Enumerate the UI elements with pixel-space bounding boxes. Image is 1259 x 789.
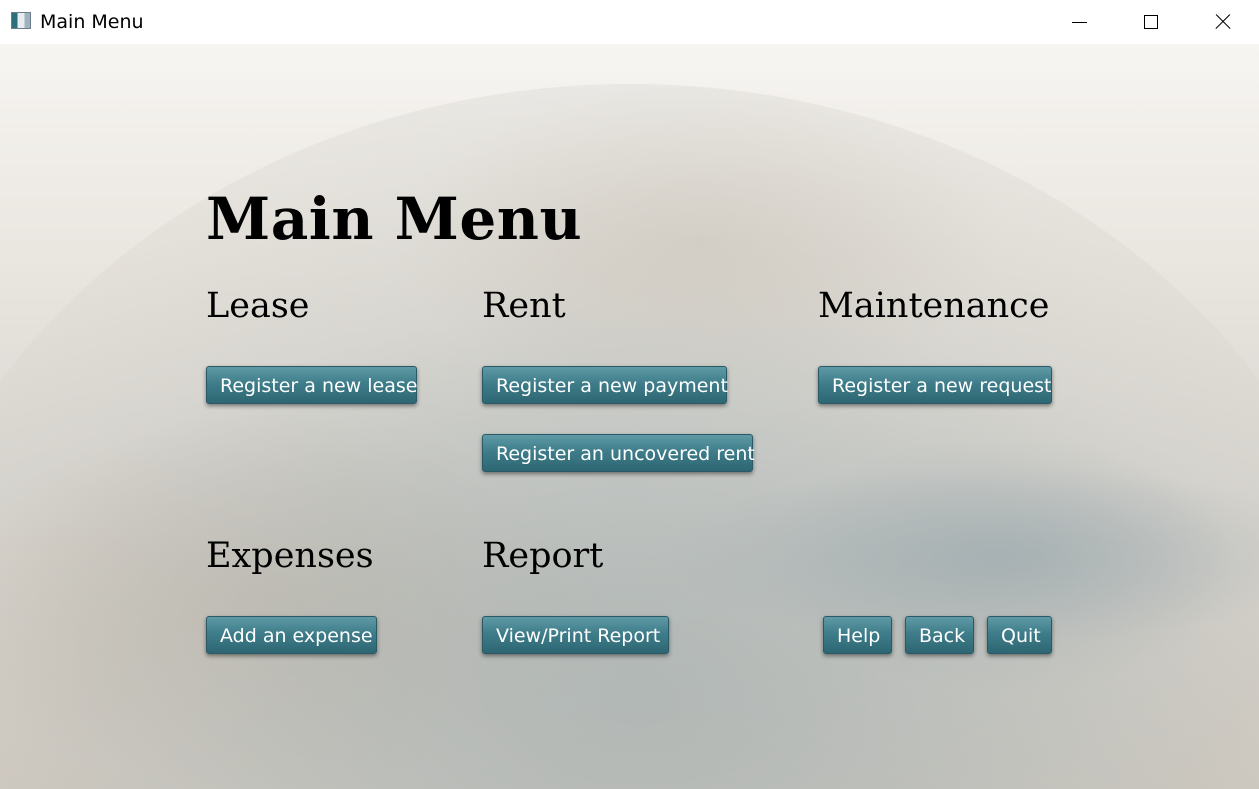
quit-button[interactable]: Quit — [987, 616, 1052, 654]
window-titlebar: Main Menu — [0, 0, 1259, 44]
section-title-maintenance: Maintenance — [818, 286, 1050, 326]
help-button[interactable]: Help — [823, 616, 892, 654]
close-button[interactable] — [1187, 0, 1259, 44]
register-uncovered-rent-button[interactable]: Register an uncovered rent — [482, 434, 755, 472]
maximize-button[interactable] — [1115, 0, 1187, 44]
register-request-button[interactable]: Register a new request — [818, 366, 1052, 404]
window-title: Main Menu — [40, 11, 144, 33]
section-title-rent: Rent — [482, 286, 566, 326]
minimize-icon — [1071, 21, 1087, 23]
app-icon — [11, 12, 31, 29]
minimize-button[interactable] — [1043, 0, 1115, 44]
register-lease-button[interactable]: Register a new lease — [206, 366, 417, 404]
register-payment-button[interactable]: Register a new payment — [482, 366, 728, 404]
section-title-expenses: Expenses — [206, 536, 374, 576]
close-icon — [1215, 14, 1231, 30]
maximize-icon — [1144, 15, 1158, 29]
main-menu-panel: Main Menu Lease Rent Maintenance Expense… — [0, 44, 1259, 789]
view-print-report-button[interactable]: View/Print Report — [482, 616, 669, 654]
section-title-report: Report — [482, 536, 604, 576]
back-button[interactable]: Back — [905, 616, 974, 654]
add-expense-button[interactable]: Add an expense — [206, 616, 377, 654]
page-title: Main Menu — [206, 185, 583, 253]
section-title-lease: Lease — [206, 286, 310, 326]
